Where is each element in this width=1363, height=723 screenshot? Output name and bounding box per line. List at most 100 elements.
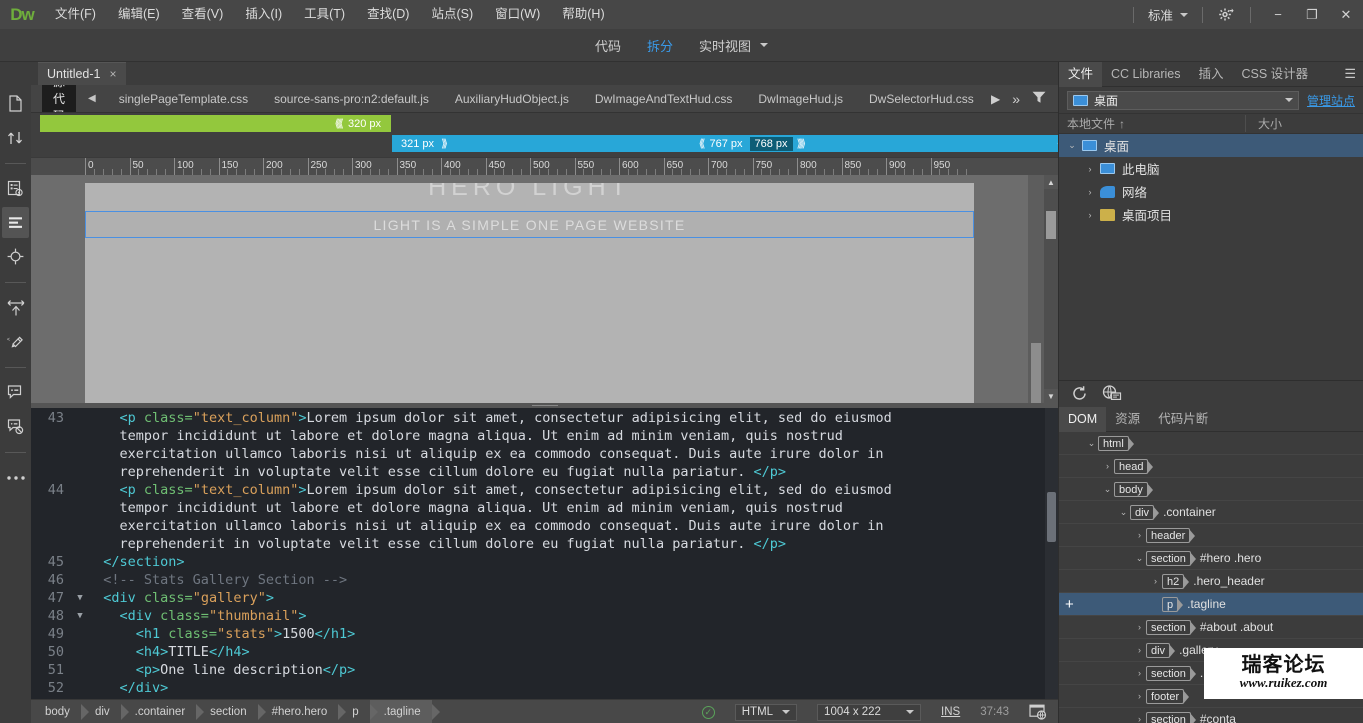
dom-row-0[interactable]: ⌄ html [1059,432,1363,455]
code-highlight-icon[interactable]: < [2,326,29,357]
menu-8[interactable]: 帮助(H) [551,0,615,29]
twisty-icon[interactable]: ⌄ [1065,140,1079,151]
site-select[interactable]: 桌面 [1067,90,1299,110]
fold-toggle-icon[interactable] [73,661,87,679]
file-tree-row-3[interactable]: › 桌面项目 [1059,203,1363,226]
file-manage-icon[interactable] [2,173,29,204]
tab-assets[interactable]: 资源 [1106,407,1149,432]
panel-menu-icon[interactable]: ☰ [1344,67,1356,80]
related-file-1[interactable]: source-sans-pro:n2:default.js [261,92,442,106]
dom-row-3[interactable]: ⌄ div .container [1059,501,1363,524]
menu-4[interactable]: 工具(T) [293,0,356,29]
twisty-icon[interactable]: › [1133,622,1146,632]
fold-toggle-icon[interactable] [73,643,87,661]
sync-settings-button[interactable] [1213,7,1240,22]
get-put-icon[interactable] [2,122,29,153]
twisty-icon[interactable]: › [1149,576,1162,586]
file-tree-row-1[interactable]: › 此电脑 [1059,157,1363,180]
twisty-icon[interactable]: ⌄ [1101,484,1114,495]
menu-7[interactable]: 窗口(W) [484,0,551,29]
media-query-320[interactable]: ⟨⟨⟨⟨⟨ 320 px [40,115,391,132]
twisty-icon[interactable]: ⌄ [1133,553,1146,564]
code-vertical-scrollbar[interactable] [1045,408,1058,699]
scroll-up-arrow-icon[interactable]: ▲ [1044,175,1058,189]
twisty-icon[interactable]: › [1101,461,1114,471]
file-tree-row-2[interactable]: › 网络 [1059,180,1363,203]
code-line[interactable]: 44 <p class="text_column">Lorem ipsum do… [31,481,1058,499]
minimize-button[interactable]: − [1261,0,1295,29]
tab-code-view[interactable]: 代码 [595,36,621,55]
dom-row-7[interactable]: + p .tagline [1059,593,1363,616]
twisty-icon[interactable]: › [1133,668,1146,678]
dom-row-6[interactable]: › h2 .hero_header [1059,570,1363,593]
fold-toggle-icon[interactable] [73,553,87,571]
fold-toggle-icon[interactable] [73,445,87,463]
fold-toggle-icon[interactable]: ▼ [73,589,87,607]
related-file-4[interactable]: DwImageHud.js [745,92,856,106]
menu-6[interactable]: 站点(S) [420,0,484,29]
twisty-icon[interactable]: › [1133,645,1146,655]
live-code-icon[interactable] [1102,384,1122,405]
media-query-321-767[interactable]: 321 px ⟩⟩⟩ ⟨⟨⟨ 767 px 768 px ⟩⟩⟩⟩⟩ ⟨ [392,135,1062,152]
related-file-0[interactable]: singlePageTemplate.css [106,92,261,106]
menu-5[interactable]: 查找(D) [356,0,420,29]
tab-insert[interactable]: 插入 [1189,62,1232,87]
uncomment-icon[interactable] [2,411,29,442]
breadcrumb-item-6[interactable]: .tagline [369,699,440,723]
related-files-next-icon[interactable]: ▶ [985,92,1006,106]
fold-toggle-icon[interactable] [73,427,87,445]
code-line[interactable]: reprehenderit in voluptate velit esse ci… [31,463,1058,481]
workspace-switcher[interactable]: 标准 [1144,5,1192,24]
tab-live-view[interactable]: 实时视图 [699,36,769,55]
related-files-more-icon[interactable]: » [1006,91,1026,107]
filter-icon[interactable] [1026,91,1052,107]
breadcrumb-item-3[interactable]: section [196,699,267,723]
code-line[interactable]: reprehenderit in voluptate velit esse ci… [31,535,1058,553]
new-file-icon[interactable] [2,88,29,119]
code-line[interactable]: tempor incididunt ut labore et dolore ma… [31,499,1058,517]
scroll-down-arrow-icon[interactable]: ▼ [1044,389,1058,403]
insert-mode-toggle[interactable]: INS [931,706,970,718]
related-file-3[interactable]: DwImageAndTextHud.css [582,92,745,106]
tab-dom[interactable]: DOM [1059,407,1107,432]
target-icon[interactable] [2,241,29,272]
refresh-icon[interactable] [1071,385,1088,405]
file-tree-row-0[interactable]: ⌄ 桌面 [1059,134,1363,157]
menu-1[interactable]: 编辑(E) [107,0,171,29]
tab-files[interactable]: 文件 [1059,61,1103,87]
tagline-element[interactable]: LIGHT IS A SIMPLE ONE PAGE WEBSITE [85,211,974,238]
breadcrumb-item-0[interactable]: body [31,699,89,723]
dom-row-12[interactable]: › section #conta [1059,708,1363,723]
twisty-icon[interactable]: › [1083,210,1097,220]
twisty-icon[interactable]: › [1083,164,1097,174]
fold-toggle-icon[interactable] [73,679,87,697]
menu-2[interactable]: 查看(V) [171,0,235,29]
horizontal-ruler[interactable]: 0 50 100 150 200 250 300 350 400 450 500 550 600 650 7… [31,157,1058,175]
code-line[interactable]: 51 <p>One line description</p> [31,661,1058,679]
window-size-select[interactable]: 1004 x 222 [817,703,922,721]
fold-toggle-icon[interactable] [73,409,87,427]
twisty-icon[interactable]: › [1083,187,1097,197]
fold-toggle-icon[interactable]: ▼ [73,607,87,625]
menu-3[interactable]: 插入(I) [234,0,293,29]
twisty-icon[interactable]: ⌄ [1117,507,1130,518]
breadcrumb-item-2[interactable]: .container [120,699,204,723]
column-local-files[interactable]: 本地文件 ↑ [1059,115,1245,132]
code-line[interactable]: 45 </section> [31,553,1058,571]
dom-row-2[interactable]: ⌄ body [1059,478,1363,501]
related-file-5[interactable]: DwSelectorHud.css [856,92,987,106]
code-line[interactable]: 52 </div> [31,679,1058,697]
menu-0[interactable]: 文件(F) [44,0,107,29]
twisty-icon[interactable]: › [1133,691,1146,701]
maximize-restore-button[interactable]: ❐ [1295,0,1329,29]
tab-snippets[interactable]: 代码片断 [1149,407,1217,432]
column-size[interactable]: 大小 [1245,115,1363,132]
twisty-icon[interactable]: ⌄ [1085,438,1098,449]
dom-row-8[interactable]: › section #about .about [1059,616,1363,639]
dom-row-4[interactable]: › header [1059,524,1363,547]
dom-row-5[interactable]: ⌄ section #hero .hero [1059,547,1363,570]
fold-toggle-icon[interactable] [73,571,87,589]
doctype-select[interactable]: HTML [734,703,798,721]
validation-status[interactable]: ✓ [692,705,725,719]
fold-toggle-icon[interactable] [73,535,87,553]
